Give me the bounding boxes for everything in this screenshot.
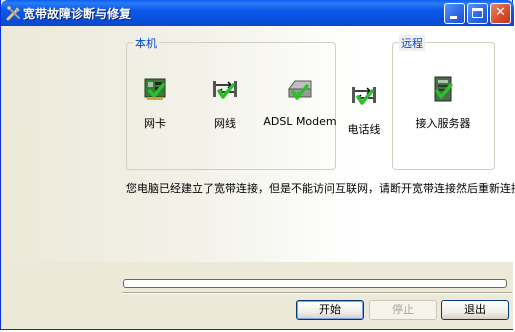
start-button[interactable]: 开始 [296,300,364,320]
device-phone-line: 电话线 [324,79,404,137]
device-label: 网线 [214,117,236,130]
window-title: 宽带故障诊断与修复 [23,7,132,21]
title-bar[interactable]: 宽带故障诊断与修复 ✕ [1,0,514,26]
main-window: 宽带故障诊断与修复 ✕ 本机 远程 网卡 网线 ADSL Modem 电话线 接… [0,0,515,330]
access-server-icon [434,76,453,102]
repair-tools-icon [6,5,21,21]
close-button[interactable]: ✕ [490,3,511,24]
device-label: 电话线 [347,123,381,136]
close-icon: ✕ [495,5,506,20]
divider [122,292,512,294]
device-label: 接入服务器 [415,117,471,130]
maximize-icon [472,8,483,18]
diagnosis-panel: 本机 远程 网卡 网线 ADSL Modem 电话线 接入服务器 您电脑已经建立… [2,26,515,262]
remote-group-label: 远程 [399,35,425,51]
device-network-card: 网卡 [115,73,195,131]
maximize-button[interactable] [467,3,488,24]
progress-bar [123,279,507,288]
stop-button[interactable]: 停止 [369,300,437,320]
client-area: 本机 远程 网卡 网线 ADSL Modem 电话线 接入服务器 您电脑已经建立… [2,26,515,329]
minimize-button[interactable] [444,3,465,24]
device-label: 网卡 [144,117,166,130]
local-group-label: 本机 [133,35,159,51]
phone-line-icon [352,87,376,105]
minimize-icon [450,16,457,19]
network-card-icon [144,78,166,100]
device-access-server: 接入服务器 [403,73,483,131]
exit-button[interactable]: 退出 [441,300,509,320]
status-message: 您电脑已经建立了宽带连接，但是不能访问互联网，请断开宽带连接然后重新连接。 [126,182,515,195]
network-cable-icon [213,81,237,99]
device-network-cable: 网线 [185,73,265,131]
adsl-modem-icon [288,80,312,100]
